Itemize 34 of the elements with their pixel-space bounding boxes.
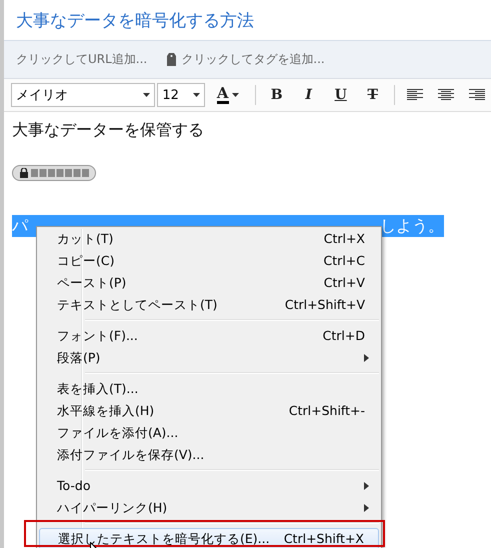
- masked-text-icon: [31, 169, 91, 177]
- menu-item[interactable]: 表を挿入(T)...: [39, 378, 379, 400]
- caret-icon: [192, 93, 200, 97]
- menu-item[interactable]: ハイパーリンク(H): [39, 497, 379, 519]
- font-dropdown[interactable]: メイリオ: [11, 83, 156, 107]
- align-icon: [468, 89, 485, 101]
- menu-item[interactable]: ファイルを添付(A)...: [39, 422, 379, 444]
- menu-item[interactable]: コピー(C) Ctrl+C: [39, 250, 379, 272]
- align-icon: [407, 89, 424, 101]
- text-color-button[interactable]: A: [206, 83, 249, 107]
- size-dropdown[interactable]: 12: [157, 83, 205, 107]
- menu-item[interactable]: ペースト(P) Ctrl+V: [39, 272, 379, 294]
- tag-field[interactable]: クリックしてタグを追加...: [181, 51, 325, 68]
- align-icon: [438, 89, 454, 101]
- selected-text: しよう。: [380, 216, 444, 236]
- format-button[interactable]: I: [294, 83, 324, 107]
- menu-item[interactable]: カット(T) Ctrl+X: [39, 228, 379, 250]
- menu-item[interactable]: 段落(P): [39, 347, 379, 369]
- caret-icon: [232, 93, 239, 97]
- menu-item[interactable]: 添付ファイルを保存(V)...: [39, 444, 379, 466]
- encrypted-block[interactable]: [12, 165, 96, 181]
- menu-item[interactable]: To-do: [39, 475, 379, 497]
- tag-icon: [167, 53, 176, 66]
- menu-item[interactable]: 水平線を挿入(H) Ctrl+Shift+-: [39, 400, 379, 422]
- menu-item[interactable]: テキストとしてペースト(T) Ctrl+Shift+V: [39, 294, 379, 316]
- url-field[interactable]: クリックしてURL追加...: [16, 51, 148, 68]
- menu-item[interactable]: フォント(F)... Ctrl+D: [39, 325, 379, 347]
- format-button[interactable]: T: [358, 83, 388, 107]
- lock-icon: [20, 168, 28, 178]
- format-button[interactable]: B: [262, 83, 292, 107]
- selected-text: パ: [12, 216, 28, 236]
- caret-icon: [143, 93, 150, 97]
- body-heading: 大事なデーターを保管する: [12, 120, 205, 141]
- format-button[interactable]: U: [326, 83, 356, 107]
